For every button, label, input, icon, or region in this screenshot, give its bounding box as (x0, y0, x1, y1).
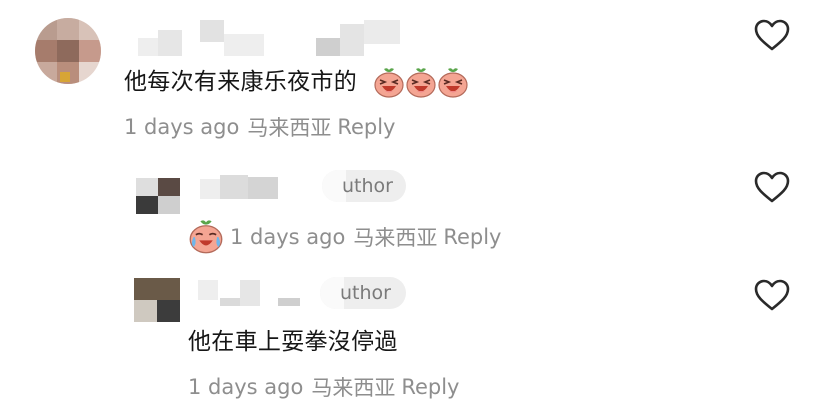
author-badge: uthor (322, 170, 406, 202)
emoji-group (373, 67, 469, 98)
author-badge-label: uthor (342, 175, 393, 197)
username-redacted[interactable] (128, 20, 408, 60)
location-label: 马来西亚 (353, 226, 438, 250)
reply-button[interactable]: Reply (443, 225, 501, 249)
location-label: 马来西亚 (247, 116, 332, 140)
comment-meta: 1 days ago 马来西亚 Reply (188, 372, 460, 402)
avatar[interactable] (136, 178, 180, 214)
avatar[interactable] (134, 278, 180, 322)
laughing-peach-emoji (406, 67, 436, 98)
timestamp: 1 days ago (124, 115, 240, 139)
comment-text-content: 他每次有来康乐夜市的 (124, 69, 357, 95)
author-badge: uthor (320, 277, 406, 309)
location-label: 马来西亚 (311, 376, 396, 400)
username-redacted[interactable] (198, 280, 308, 308)
crying-laughing-peach-emoji (189, 220, 223, 254)
comment-meta: 1 days ago 马来西亚 Reply (188, 219, 502, 255)
comment-text: 他每次有来康乐夜市的 (124, 62, 469, 99)
reply-button[interactable]: Reply (337, 115, 395, 139)
username-redacted[interactable] (200, 175, 320, 199)
laughing-peach-emoji (374, 67, 404, 98)
comment-text: 他在車上耍拳沒停過 (188, 322, 398, 356)
avatar[interactable] (35, 18, 101, 84)
timestamp: 1 days ago (188, 375, 304, 399)
comment-text-content: 他在車上耍拳沒停過 (188, 329, 398, 355)
laughing-peach-emoji (438, 67, 468, 98)
comment-meta: 1 days ago 马来西亚 Reply (124, 112, 396, 142)
heart-outline-icon[interactable] (754, 279, 790, 312)
timestamp: 1 days ago (230, 225, 346, 249)
reply-button[interactable]: Reply (401, 375, 459, 399)
heart-outline-icon[interactable] (754, 171, 790, 204)
author-badge-label: uthor (340, 282, 391, 304)
heart-outline-icon[interactable] (754, 19, 790, 52)
